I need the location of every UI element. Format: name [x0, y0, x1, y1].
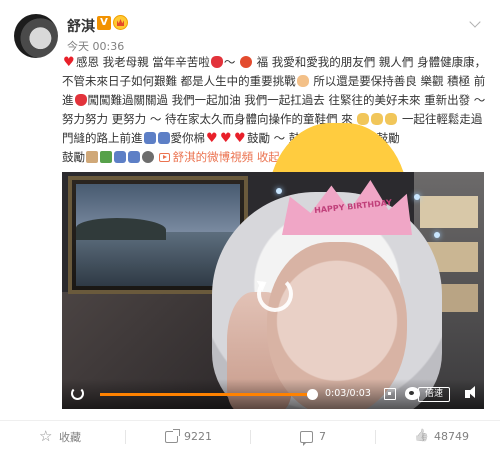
comment-count: 7 [319, 430, 326, 443]
time-display: 0:03/0:03 [325, 388, 371, 399]
text-segment: 鼓勵 [62, 150, 85, 164]
text-segment: ～ [149, 112, 162, 126]
progress-bar[interactable] [100, 389, 318, 400]
scream-icon [357, 113, 370, 125]
text-segment: 福 我愛和愛我的朋友們 親人們 身體健康康 [256, 55, 475, 69]
video-controls: 0:03/0:03 倍速 [62, 379, 484, 409]
sparkle [434, 232, 440, 238]
blessing-icon [239, 56, 252, 68]
like-button[interactable]: 48749 [415, 421, 469, 452]
gift-icon [86, 151, 98, 163]
text-segment: 闖闖難過關關過 我們一起加油 我們一起扛過去 往緊往的美好未來 重新出發 [87, 93, 471, 107]
comment-button[interactable]: 7 [300, 421, 326, 452]
text-segment: 所以還是要保持善良 樂觀 積極 [313, 74, 471, 88]
share-icon [165, 428, 180, 443]
tree-icon [100, 151, 112, 163]
replay-icon[interactable] [257, 276, 293, 312]
replay-button[interactable] [71, 387, 84, 400]
verified-badge: V [97, 16, 111, 30]
favorite-label: 收藏 [59, 430, 81, 444]
heart-icon [206, 133, 218, 144]
share-count: 9221 [184, 430, 212, 443]
person-icon [114, 151, 126, 163]
video-link-icon [158, 153, 170, 162]
comment-icon [300, 430, 313, 446]
people-icon [157, 132, 170, 144]
text-segment: 感恩 我老母親 當年辛苦啦 [76, 55, 210, 69]
crown-icon [113, 15, 128, 30]
sparkle [414, 194, 420, 200]
action-toolbar: 收藏 9221 7 48749 [0, 421, 500, 452]
text-segment: 一起 [401, 112, 425, 126]
toolbar-separator [125, 430, 126, 444]
toolbar-separator [250, 430, 251, 444]
volume-icon[interactable] [465, 386, 475, 398]
rose-icon [210, 56, 223, 68]
text-segment: 愛你棉 [170, 131, 206, 145]
scream-icon [371, 113, 384, 125]
toolbar-separator [375, 430, 376, 444]
video-link[interactable]: 舒淇的微博視頻 [173, 150, 254, 164]
heart-icon [220, 133, 232, 144]
progress-fill [100, 393, 312, 396]
like-icon [415, 431, 428, 443]
star-icon [39, 427, 53, 445]
people-icon [143, 132, 156, 144]
chevron-down-icon[interactable] [469, 16, 481, 28]
user-name[interactable]: 舒淇 [67, 16, 95, 36]
search-icon [142, 151, 154, 163]
speed-button[interactable]: 倍速 [418, 387, 450, 402]
rose-icon [74, 94, 87, 106]
heart-icon [234, 133, 246, 144]
heart-icon [63, 57, 75, 68]
favorite-button[interactable]: 收藏 [39, 421, 81, 452]
like-count: 48749 [434, 430, 469, 443]
person-icon [128, 151, 140, 163]
share-button[interactable]: 9221 [165, 421, 212, 452]
video-player[interactable]: HAPPY BIRTHDAY 0:03/0:03 倍速 [62, 172, 484, 409]
fullscreen-icon[interactable] [384, 388, 396, 400]
post-time[interactable]: 今天 00:36 [67, 38, 124, 54]
progress-handle[interactable] [307, 389, 318, 400]
current-time: 0:03 [325, 388, 347, 399]
post-text: 感恩 我老母親 當年辛苦啦～ 福 我愛和愛我的朋友們 親人們 身體健康康，不管未… [62, 53, 490, 298]
muscle-icon [296, 75, 309, 87]
scream-icon [385, 113, 398, 125]
weibo-post-card: 舒淇 V 今天 00:36 感恩 我老母親 當年辛苦啦 ～ 福 我愛和愛我的朋友們… [0, 0, 500, 452]
avatar[interactable] [14, 14, 58, 58]
duration: 0:03 [349, 388, 371, 399]
sparkle [276, 188, 282, 194]
